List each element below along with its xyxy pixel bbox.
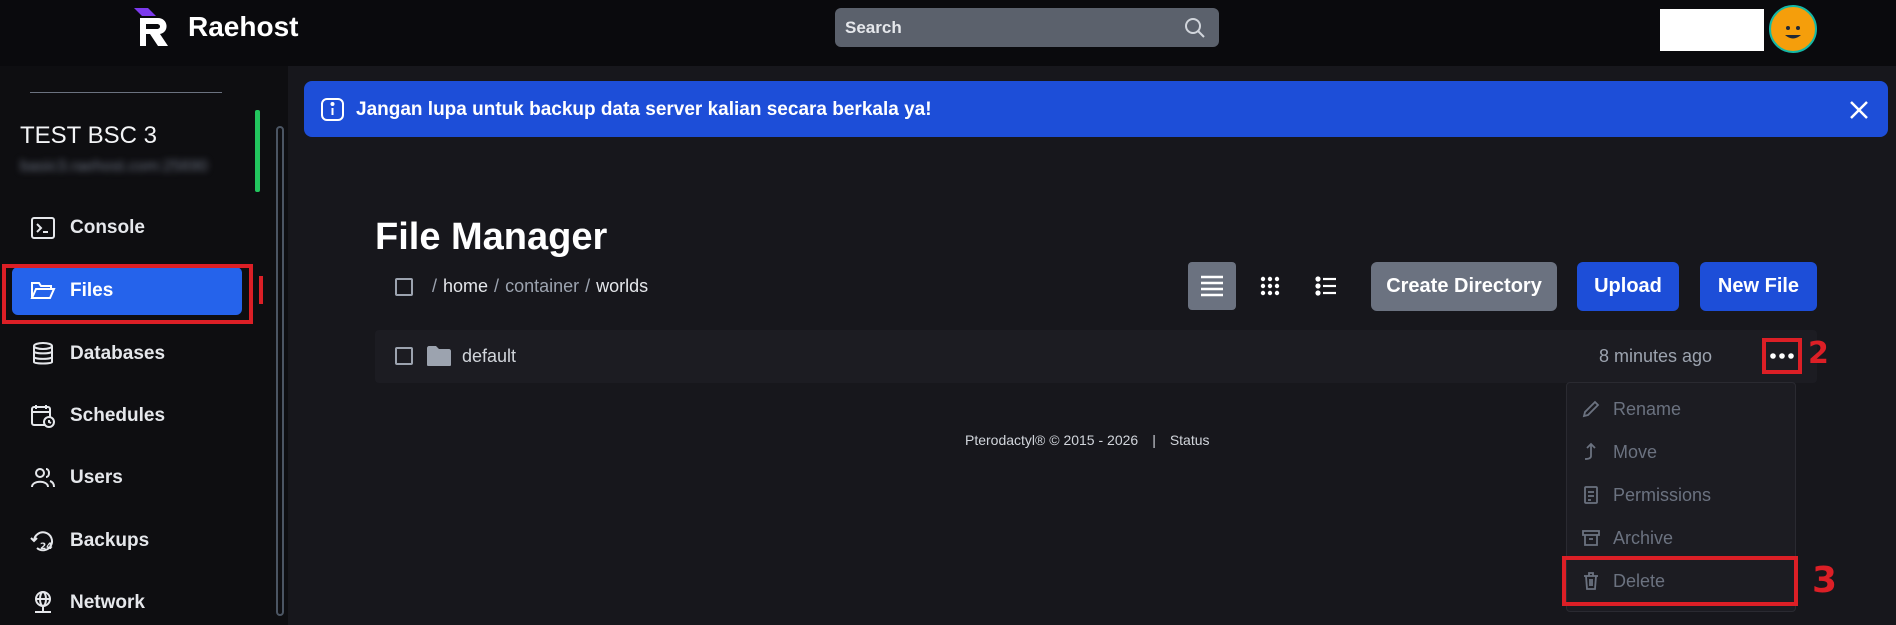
network-icon [35, 591, 51, 613]
annotation-step-3: 3 [1812, 560, 1838, 601]
avatar[interactable] [1769, 5, 1817, 53]
sidebar-item-users[interactable]: Users [12, 454, 242, 502]
detail-view-button[interactable] [1303, 262, 1351, 310]
users-icon [31, 468, 55, 488]
more-horizontal-icon [1770, 353, 1794, 359]
file-row[interactable]: default 8 minutes ago [375, 330, 1817, 383]
folder-icon [427, 346, 451, 366]
delete-highlight-box [1562, 556, 1798, 606]
menu-item-label: Move [1613, 441, 1658, 462]
breadcrumb-item[interactable]: home [443, 276, 488, 297]
menu-item-archive[interactable]: Archive [1581, 523, 1673, 553]
menu-item-label: Rename [1613, 398, 1682, 419]
sidebar-item-databases[interactable]: Databases [12, 330, 242, 378]
footer: Pterodactyl® © 2015 - 2026 | Status [965, 432, 1210, 448]
list-lines-icon [1201, 275, 1223, 297]
breadcrumb-item[interactable]: container [505, 276, 579, 297]
database-icon [33, 342, 53, 365]
breadcrumb-separator: / [585, 276, 591, 296]
sidebar: TEST BSC 3 basic3.raehost.com:25690 Cons… [0, 66, 288, 625]
sidebar-item-schedules[interactable]: Schedules [12, 392, 242, 440]
sidebar-item-label: Backups [70, 530, 150, 551]
page-title: File Manager [375, 216, 608, 258]
files-highlight-marker [259, 276, 263, 304]
sidebar-scrollbar[interactable] [276, 126, 284, 616]
create-directory-button[interactable]: Create Directory [1371, 262, 1557, 311]
server-name: TEST BSC 3 [20, 122, 157, 149]
sidebar-item-label: Databases [70, 343, 166, 364]
footer-status-link[interactable]: Status [1170, 432, 1210, 448]
document-lines-icon [1584, 486, 1598, 504]
server-status-indicator [255, 110, 260, 192]
svg-text:24: 24 [40, 542, 53, 552]
backup-alert: Jangan lupa untuk backup data server kal… [304, 81, 1888, 137]
search-placeholder: Search [845, 18, 902, 37]
menu-item-label: Permissions [1613, 484, 1712, 505]
sidebar-item-label: Network [70, 592, 145, 613]
annotation-step-2: 2 [1808, 336, 1829, 371]
breadcrumb-separator: / [494, 276, 500, 296]
search-icon [1185, 18, 1205, 38]
menu-item-permissions[interactable]: Permissions [1581, 480, 1711, 510]
sidebar-item-network[interactable]: Network [12, 579, 242, 625]
top-bar: Raehost Search [0, 0, 1896, 66]
sidebar-item-label: Console [70, 217, 145, 238]
new-file-button[interactable]: New File [1700, 262, 1817, 311]
file-options-button[interactable] [1762, 338, 1802, 374]
breadcrumb: / home / container / worlds [432, 276, 648, 297]
sidebar-item-label: Users [70, 467, 123, 488]
select-all-checkbox[interactable] [395, 278, 413, 296]
upload-button[interactable]: Upload [1577, 262, 1679, 311]
sidebar-item-label: Schedules [70, 405, 166, 426]
close-icon[interactable] [1846, 97, 1872, 123]
menu-item-label: Archive [1613, 527, 1674, 548]
file-name[interactable]: default [462, 346, 516, 367]
file-modified-time: 8 minutes ago [1599, 346, 1713, 366]
footer-separator: | [1152, 432, 1156, 448]
user-name-box[interactable] [1660, 9, 1764, 51]
sidebar-divider [30, 92, 222, 93]
menu-item-move[interactable]: Move [1581, 437, 1657, 467]
app-name: Raehost [188, 11, 299, 42]
breadcrumb-item: worlds [596, 276, 649, 296]
files-highlight-box [2, 264, 253, 324]
alert-text: Jangan lupa untuk backup data server kal… [356, 99, 932, 120]
search-input[interactable]: Search [835, 8, 1219, 47]
server-address: basic3.raehost.com:25690 [20, 158, 208, 175]
smiley-icon [1785, 26, 1801, 39]
menu-item-rename[interactable]: Rename [1581, 394, 1681, 424]
app-logo[interactable]: Raehost [132, 4, 298, 50]
terminal-icon [31, 217, 55, 239]
history-24-icon: 24 [30, 531, 53, 552]
sidebar-item-console[interactable]: Console [12, 204, 242, 252]
list-view-button[interactable] [1188, 262, 1236, 310]
calendar-clock-icon [31, 405, 55, 428]
archive-box-icon [1582, 530, 1600, 546]
file-select-checkbox[interactable] [395, 347, 413, 365]
grid-view-button[interactable] [1246, 262, 1294, 310]
breadcrumb-separator: / [432, 276, 438, 296]
bullet-list-icon [1315, 276, 1336, 296]
info-icon [321, 98, 344, 121]
arrow-up-corner-icon [1584, 442, 1596, 460]
raehost-logo-icon [134, 8, 168, 46]
sidebar-item-backups[interactable]: 24 Backups [12, 517, 242, 565]
grid-dots-icon [1260, 276, 1280, 296]
footer-copyright: Pterodactyl® © 2015 - 2026 [965, 432, 1139, 448]
pencil-icon [1582, 400, 1600, 418]
